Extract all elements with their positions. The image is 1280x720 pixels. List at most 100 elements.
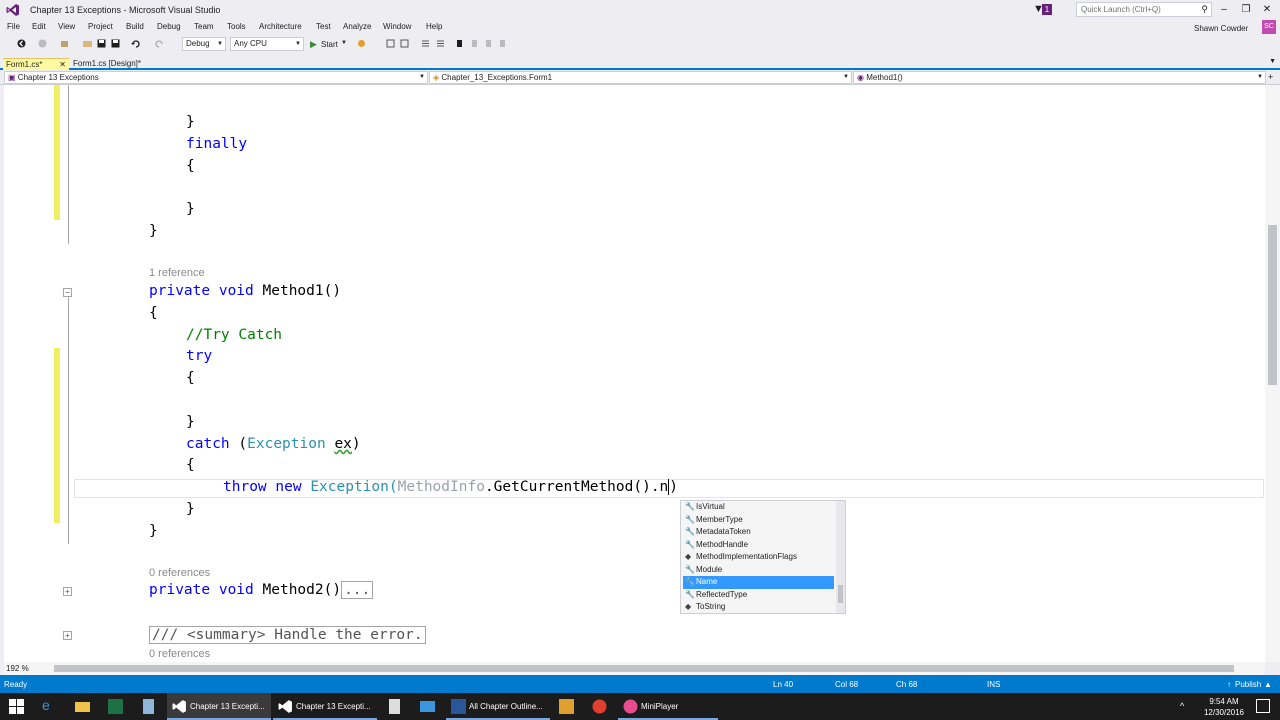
- menu-project[interactable]: Project: [88, 22, 113, 31]
- taskbar-explorer[interactable]: [68, 693, 98, 720]
- solution-explorer-icon[interactable]: [400, 39, 409, 48]
- menu-team[interactable]: Team: [194, 22, 214, 31]
- show-hidden-icons[interactable]: ^: [1180, 701, 1184, 711]
- comment-lines-icon[interactable]: [421, 39, 430, 48]
- taskbar-word-window[interactable]: All Chapter Outline...: [446, 693, 550, 720]
- code-line: {: [149, 305, 158, 321]
- save-icon[interactable]: [97, 39, 106, 48]
- minimize-button[interactable]: –: [1214, 2, 1234, 17]
- expand-summary-button[interactable]: +: [63, 631, 72, 640]
- vertical-scrollbar[interactable]: [1265, 85, 1280, 662]
- solution-configuration-select[interactable]: Debug ▼: [182, 37, 226, 51]
- menu-window[interactable]: Window: [383, 22, 411, 31]
- action-center-icon[interactable]: [1256, 699, 1270, 713]
- taskbar-excel[interactable]: [101, 693, 131, 720]
- split-window-icon[interactable]: +: [1268, 72, 1273, 82]
- quick-launch-input[interactable]: Quick Launch (Ctrl+Q) ⚲: [1076, 2, 1212, 17]
- intellisense-popup[interactable]: 🔧 IsVirtual 🔧 MemberType 🔧 MetadataToken 🔧 M…: [680, 500, 846, 614]
- property-icon: 🔧: [685, 527, 695, 536]
- record-icon: [592, 699, 607, 714]
- taskbar-azure[interactable]: [413, 693, 443, 720]
- solution-platform-select[interactable]: Any CPU ▼: [230, 37, 304, 51]
- taskbar-calculator[interactable]: [380, 693, 410, 720]
- bookmark-icon[interactable]: [455, 39, 464, 48]
- system-clock[interactable]: 9:54 AM 12/30/2016: [1200, 696, 1248, 718]
- user-avatar[interactable]: SC: [1262, 20, 1276, 34]
- scroll-thumb[interactable]: [54, 665, 1234, 672]
- zoom-level[interactable]: 192 %: [4, 662, 31, 675]
- restore-button[interactable]: ❐: [1236, 2, 1256, 17]
- menu-help[interactable]: Help: [426, 22, 442, 31]
- uncomment-lines-icon[interactable]: [436, 39, 445, 48]
- tab-form1-cs[interactable]: Form1.cs* ✕: [3, 58, 69, 70]
- taskbar-recorder[interactable]: [585, 693, 615, 720]
- expand-method2-button[interactable]: +: [63, 587, 72, 596]
- project-dropdown[interactable]: ▣ Chapter 13 Exceptions ▼: [4, 71, 428, 84]
- quick-launch-placeholder: Quick Launch (Ctrl+Q): [1081, 5, 1161, 14]
- find-icon[interactable]: [386, 39, 395, 48]
- taskbar-edge[interactable]: e: [35, 693, 65, 720]
- completion-item-selected[interactable]: 🔧 Name: [683, 576, 834, 589]
- completion-item[interactable]: 🔧 MemberType: [683, 514, 834, 527]
- class-icon: ◈: [433, 73, 440, 82]
- code-editor[interactable]: − + + { } finally { } } 1 reference priv…: [4, 85, 1265, 662]
- menu-build[interactable]: Build: [126, 22, 144, 31]
- horizontal-scrollbar[interactable]: [4, 662, 1265, 675]
- codelens-references[interactable]: 1 reference: [149, 267, 205, 279]
- collapsed-region[interactable]: ...: [341, 581, 374, 599]
- publish-icon[interactable]: ↑: [1227, 680, 1231, 689]
- completion-item[interactable]: ◆ MethodImplementationFlags: [683, 551, 834, 564]
- catch-line: catch (Exception ex): [186, 436, 361, 452]
- publish-dropdown-icon[interactable]: ▲: [1264, 680, 1272, 689]
- forward-navigate-icon[interactable]: [38, 39, 47, 48]
- menu-architecture[interactable]: Architecture: [259, 22, 302, 31]
- clear-bookmarks-icon[interactable]: [498, 39, 507, 48]
- completion-item[interactable]: 🔧 Module: [683, 564, 834, 577]
- tab-form1-design[interactable]: Form1.cs [Design]*: [70, 58, 150, 70]
- collapse-method1-button[interactable]: −: [63, 288, 72, 297]
- new-project-icon[interactable]: [60, 39, 69, 48]
- completion-item[interactable]: 🔧 MetadataToken: [683, 526, 834, 539]
- member-dropdown[interactable]: ◉ Method1() ▼: [853, 71, 1266, 84]
- menu-test[interactable]: Test: [316, 22, 331, 31]
- scroll-thumb[interactable]: [1268, 225, 1277, 385]
- codelens-references[interactable]: 0 references: [149, 567, 210, 579]
- user-name[interactable]: Shawn Cowder: [1194, 24, 1248, 33]
- open-file-icon[interactable]: [83, 39, 92, 48]
- menu-edit[interactable]: Edit: [32, 22, 46, 31]
- browser-link-icon[interactable]: [357, 39, 366, 48]
- prev-bookmark-icon[interactable]: [470, 39, 479, 48]
- menu-debug[interactable]: Debug: [157, 22, 181, 31]
- taskbar: e Chapter 13 Excepti... Chapter 13 Excep…: [0, 693, 1280, 720]
- completion-item[interactable]: ◆ ToString: [683, 601, 834, 614]
- close-window-button[interactable]: ✕: [1257, 2, 1277, 17]
- taskbar-vs-window-1[interactable]: Chapter 13 Excepti...: [167, 693, 271, 720]
- codelens-references[interactable]: 0 references: [149, 648, 210, 660]
- save-all-icon[interactable]: [111, 39, 120, 48]
- taskbar-app[interactable]: [134, 693, 164, 720]
- menu-view[interactable]: View: [58, 22, 75, 31]
- start-menu-button[interactable]: [0, 693, 32, 720]
- status-bar: Ready Ln 40 Col 68 Ch 68 INS ↑ Publish ▲: [0, 675, 1280, 693]
- publish-button[interactable]: Publish: [1235, 680, 1261, 689]
- completion-item[interactable]: 🔧 MethodHandle: [683, 539, 834, 552]
- intellisense-scrollbar[interactable]: [836, 501, 845, 613]
- completion-item[interactable]: 🔧 IsVirtual: [683, 501, 834, 514]
- completion-item[interactable]: 🔧 ReflectedType: [683, 589, 834, 602]
- start-button[interactable]: Start: [321, 40, 338, 49]
- back-navigate-icon[interactable]: [17, 39, 26, 48]
- tab-dropdown-icon[interactable]: ▼: [1269, 58, 1276, 65]
- taskbar-media[interactable]: [552, 693, 582, 720]
- menu-tools[interactable]: Tools: [227, 22, 246, 31]
- taskbar-miniplayer[interactable]: MiniPlayer: [618, 693, 718, 720]
- menu-file[interactable]: File: [7, 22, 20, 31]
- start-debug-icon[interactable]: ▶: [310, 39, 317, 50]
- notification-badge[interactable]: 1: [1042, 4, 1052, 15]
- redo-icon[interactable]: [155, 39, 164, 48]
- class-dropdown[interactable]: ◈ Chapter_13_Exceptions.Form1 ▼: [429, 71, 852, 84]
- undo-icon[interactable]: [131, 39, 140, 48]
- taskbar-vs-window-2[interactable]: Chapter 13 Excepti...: [273, 693, 377, 720]
- start-dropdown-icon[interactable]: ▼: [341, 40, 347, 46]
- menu-analyze[interactable]: Analyze: [343, 22, 371, 31]
- next-bookmark-icon[interactable]: [484, 39, 493, 48]
